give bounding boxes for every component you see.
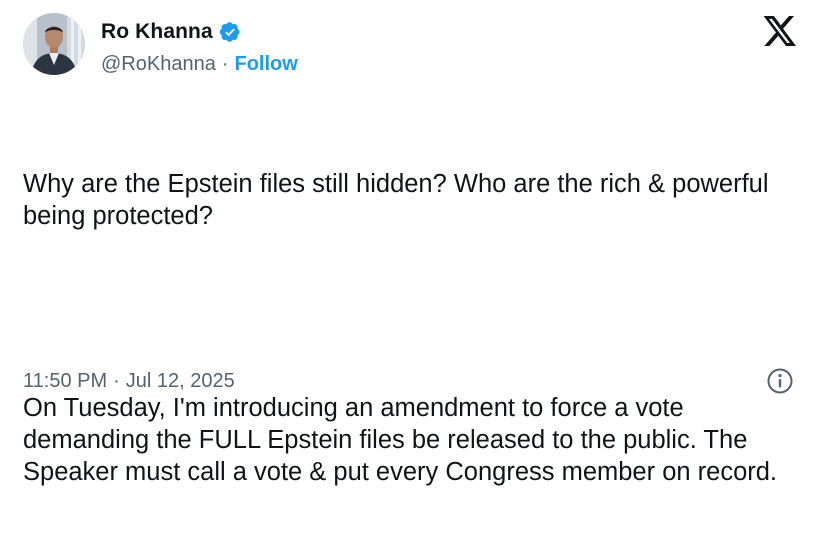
tweet-paragraph: Why are the Epstein files still hidden? … [23,170,776,230]
author-avatar[interactable] [23,13,85,75]
tweet-body: Why are the Epstein files still hidden? … [23,104,803,552]
x-logo-icon[interactable] [763,16,796,46]
author-handle-row: @RoKhanna · Follow [101,50,298,78]
author-display-name[interactable]: Ro Khanna [101,18,213,46]
timestamp-separator: · [113,369,120,392]
avatar-photo-icon [23,13,85,75]
handle-separator: · [221,53,229,75]
verified-badge-icon [219,21,241,43]
tweet-paragraph: On Tuesday, I'm introducing an amendment… [23,394,778,486]
tweet-date: Jul 12, 2025 [125,369,235,392]
author-name-row: Ro Khanna [101,17,241,47]
tweet-time: 11:50 PM [23,369,108,392]
follow-button[interactable]: Follow [235,50,298,78]
info-icon[interactable] [766,367,794,395]
tweet-timestamp[interactable]: 11:50 PM · Jul 12, 2025 [23,368,235,394]
author-handle[interactable]: @RoKhanna [101,50,216,78]
tweet-card: Ro Khanna @RoKhanna · Follow Why are the… [0,0,818,486]
